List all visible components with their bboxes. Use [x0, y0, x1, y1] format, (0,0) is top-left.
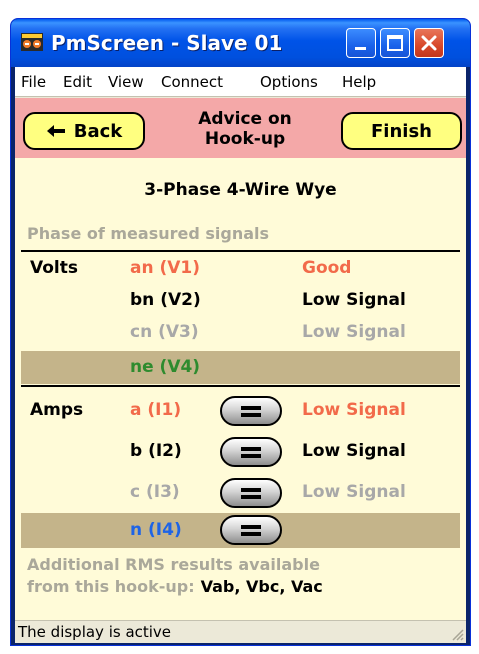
- signal-name: b (I2): [130, 441, 182, 461]
- rms-note-line-1: Additional RMS results available: [27, 555, 320, 574]
- equals-icon: [241, 413, 261, 417]
- swap-button[interactable]: [220, 396, 282, 426]
- signal-status: Low Signal: [302, 290, 406, 310]
- equals-icon: [241, 447, 261, 451]
- signal-name: ne (V4): [130, 357, 201, 377]
- signal-name: n (I4): [130, 520, 182, 540]
- amps-row-3: c (I3) Low Signal: [15, 476, 466, 509]
- volts-row-1: Volts an (V1) Good: [15, 258, 466, 291]
- page-title-line-2: Hook-up: [204, 129, 286, 149]
- wizard-header: Back Advice on Hook-up Finish: [15, 98, 466, 158]
- hookup-advice-panel: 3-Phase 4-Wire Wye Phase of measured sig…: [15, 158, 466, 620]
- app-window: PmScreen - Slave 01 File Edit View Conne…: [10, 18, 471, 646]
- finish-button[interactable]: Finish: [341, 112, 462, 150]
- close-button[interactable]: [414, 28, 444, 58]
- amps-row-2: b (I2) Low Signal: [15, 435, 466, 468]
- amps-row-4: n (I4): [21, 513, 460, 548]
- rms-values: Vab, Vbc, Vac: [200, 577, 323, 596]
- menu-help[interactable]: Help: [342, 73, 376, 91]
- maximize-button[interactable]: [380, 28, 410, 58]
- equals-icon: [241, 525, 261, 529]
- menu-options[interactable]: Options: [260, 73, 318, 91]
- back-button-label: Back: [73, 120, 123, 142]
- page-title-line-1: Advice on: [198, 109, 292, 129]
- swap-button[interactable]: [220, 437, 282, 467]
- signal-name: bn (V2): [130, 290, 201, 310]
- equals-icon: [241, 488, 261, 492]
- back-button[interactable]: Back: [23, 112, 145, 150]
- status-bar: The display is active: [15, 620, 466, 643]
- wiring-type: 3-Phase 4-Wire Wye: [144, 180, 337, 200]
- pmscreen-app-icon: [21, 33, 43, 51]
- signal-name: an (V1): [130, 258, 201, 278]
- signal-status: Low Signal: [302, 482, 406, 502]
- equals-icon: [241, 532, 261, 536]
- equals-icon: [241, 454, 261, 458]
- menu-edit[interactable]: Edit: [63, 73, 92, 91]
- divider: [21, 250, 460, 252]
- window-title: PmScreen - Slave 01: [51, 31, 283, 55]
- equals-icon: [241, 406, 261, 410]
- additional-rms-note: Additional RMS results available from th…: [27, 554, 323, 598]
- swap-button[interactable]: [220, 515, 282, 545]
- signal-status: Low Signal: [302, 322, 406, 342]
- divider: [21, 385, 460, 387]
- finish-button-label: Finish: [371, 120, 432, 142]
- volts-label: Volts: [30, 258, 78, 278]
- maximize-icon: [387, 35, 403, 51]
- signal-name: a (I1): [130, 400, 182, 420]
- title-bar[interactable]: PmScreen - Slave 01: [11, 19, 470, 67]
- amps-label: Amps: [30, 400, 84, 420]
- page-title: Advice on Hook-up: [170, 109, 320, 149]
- status-text: The display is active: [18, 623, 172, 641]
- menu-connect[interactable]: Connect: [161, 73, 223, 91]
- client-area: File Edit View Connect Options Help Back…: [15, 67, 466, 643]
- minimize-icon: [355, 47, 366, 50]
- signal-name: cn (V3): [130, 322, 199, 342]
- volts-row-2: bn (V2) Low Signal: [15, 290, 466, 323]
- signal-status: Low Signal: [302, 400, 406, 420]
- rms-note-line-2: from this hook-up:: [27, 577, 195, 596]
- swap-button[interactable]: [220, 478, 282, 508]
- resize-grip-icon[interactable]: [450, 627, 464, 641]
- menu-view[interactable]: View: [108, 73, 144, 91]
- left-arrow-icon: [46, 125, 65, 137]
- signal-status: Low Signal: [302, 441, 406, 461]
- menu-file[interactable]: File: [21, 73, 46, 91]
- menu-bar: File Edit View Connect Options Help: [15, 67, 466, 97]
- signal-name: c (I3): [130, 482, 180, 502]
- equals-icon: [241, 495, 261, 499]
- signal-status: Good: [302, 258, 352, 278]
- minimize-button[interactable]: [346, 28, 376, 58]
- close-icon: [421, 35, 437, 51]
- section-heading: Phase of measured signals: [27, 224, 270, 243]
- volts-row-4: ne (V4): [21, 351, 460, 384]
- amps-row-1: Amps a (I1) Low Signal: [15, 394, 466, 427]
